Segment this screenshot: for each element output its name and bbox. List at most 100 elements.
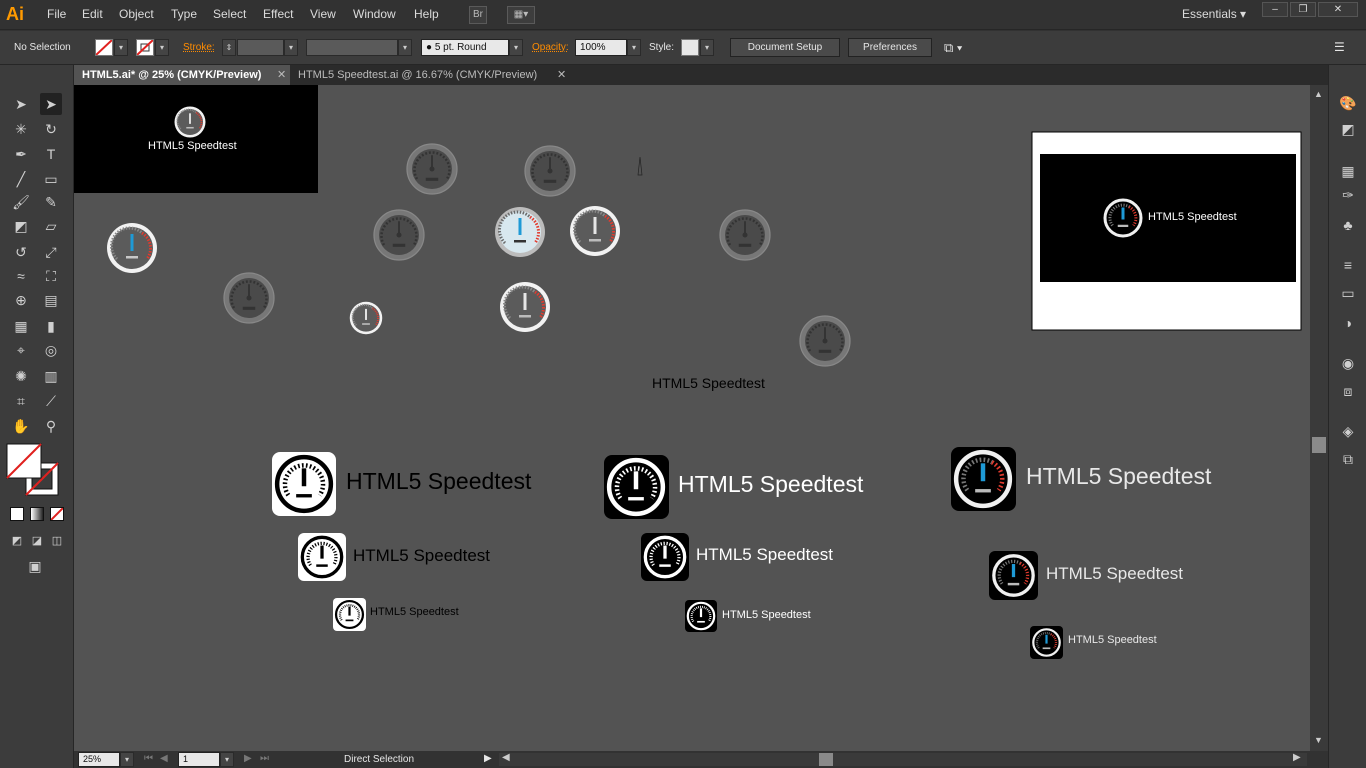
graphic-styles-icon[interactable]: ⧈ (1338, 381, 1358, 401)
menu-effect[interactable]: Effect (263, 7, 293, 21)
status-menu-icon[interactable]: ▶ (484, 753, 492, 764)
scroll-down-icon[interactable]: ▼ (1314, 735, 1323, 745)
warp-tool-icon[interactable]: ≈ (10, 265, 32, 287)
free-transform-tool-icon[interactable]: ⛶ (40, 265, 62, 287)
rotate-tool-icon[interactable]: ↺ (10, 241, 32, 263)
color-guide-icon[interactable]: ◩ (1338, 119, 1358, 139)
pen-tool-icon[interactable]: ✒ (10, 143, 32, 165)
transparency-panel-icon[interactable]: ◑ (1338, 313, 1358, 333)
document-setup-button[interactable]: Document Setup (730, 38, 840, 57)
mesh-tool-icon[interactable]: ▦ (10, 315, 32, 337)
stroke-swatch[interactable] (136, 39, 154, 56)
opacity-label[interactable]: Opacity: (532, 42, 569, 53)
canvas[interactable]: HTML5 Speedtest HTML5 Speedtest HTML5 Sp… (74, 85, 1310, 751)
symbols-panel-icon[interactable]: ♣ (1338, 215, 1358, 235)
gradient-mode-button[interactable] (30, 507, 44, 521)
menu-type[interactable]: Type (171, 7, 197, 21)
align-options-icon[interactable]: ⧉ ▾ (944, 40, 962, 56)
direct-selection-tool-icon[interactable]: ➤ (40, 93, 62, 115)
color-panel-icon[interactable]: 🎨 (1338, 93, 1358, 113)
scroll-left-icon[interactable]: ◀ (502, 752, 510, 763)
type-tool-icon[interactable]: T (40, 143, 62, 165)
perspective-grid-tool-icon[interactable]: ▤ (40, 289, 62, 311)
color-mode-button[interactable] (10, 507, 24, 521)
close-button[interactable]: ✕ (1318, 2, 1358, 17)
artboard-dropdown[interactable]: ▾ (220, 752, 234, 767)
menu-help[interactable]: Help (414, 7, 439, 21)
stroke-weight-dropdown[interactable]: ▾ (284, 39, 298, 56)
gradient-tool-icon[interactable]: ▮ (40, 315, 62, 337)
last-artboard-icon[interactable]: ⏭ (260, 753, 269, 764)
appearance-panel-icon[interactable]: ◉ (1338, 353, 1358, 373)
slice-tool-icon[interactable]: ⟋ (40, 390, 62, 412)
zoom-dropdown[interactable]: ▾ (120, 752, 134, 767)
profile-dropdown[interactable]: ▾ (398, 39, 412, 56)
layers-panel-icon[interactable]: ◈ (1338, 421, 1358, 441)
shape-builder-tool-icon[interactable]: ⊕ (10, 289, 32, 311)
previous-artboard-icon[interactable]: ◀ (160, 753, 168, 764)
variable-width-profile[interactable] (306, 39, 398, 56)
arrange-documents-icon[interactable]: ▦▾ (507, 6, 535, 24)
close-tab-icon[interactable]: ✕ (277, 65, 286, 85)
stroke-panel-icon[interactable]: ≡ (1338, 255, 1358, 275)
brush-definition[interactable]: ● 5 pt. Round (421, 39, 509, 56)
horizontal-scroll-thumb[interactable] (819, 753, 833, 766)
scroll-up-icon[interactable]: ▲ (1314, 89, 1323, 99)
stroke-label[interactable]: Stroke: (183, 42, 215, 53)
draw-behind-icon[interactable]: ◪ (26, 530, 48, 552)
tab-html5-ai[interactable]: HTML5.ai* @ 25% (CMYK/Preview) (74, 65, 290, 85)
stroke-weight-stepper[interactable]: ⇕ (222, 39, 236, 56)
selection-tool-icon[interactable]: ➤ (10, 93, 32, 115)
menu-view[interactable]: View (310, 7, 336, 21)
brush-dropdown[interactable]: ▾ (509, 39, 523, 56)
zoom-field[interactable]: 25% (78, 752, 120, 767)
artboards-panel-icon[interactable]: ⧉ (1338, 449, 1358, 469)
opacity-field[interactable]: 100% (575, 39, 627, 56)
menu-object[interactable]: Object (119, 7, 154, 21)
rectangle-tool-icon[interactable]: ▭ (40, 168, 62, 190)
next-artboard-icon[interactable]: ▶ (244, 753, 252, 764)
magic-wand-tool-icon[interactable]: ✳ (10, 118, 32, 140)
menu-window[interactable]: Window (353, 7, 396, 21)
line-tool-icon[interactable]: ╱ (10, 168, 32, 190)
gradient-panel-icon[interactable]: ▭ (1338, 283, 1358, 303)
zoom-tool-icon[interactable]: ⚲ (40, 415, 62, 437)
column-graph-tool-icon[interactable]: ▥ (40, 365, 62, 387)
close-tab-icon[interactable]: ✕ (557, 65, 566, 85)
swatches-panel-icon[interactable]: ▦ (1338, 161, 1358, 181)
none-mode-button[interactable] (50, 507, 64, 521)
menu-select[interactable]: Select (213, 7, 246, 21)
menu-edit[interactable]: Edit (82, 7, 103, 21)
stroke-dropdown[interactable]: ▾ (155, 39, 169, 56)
artboard-number-field[interactable]: 1 (178, 752, 220, 767)
blend-tool-icon[interactable]: ◎ (40, 339, 62, 361)
minimize-button[interactable]: – (1262, 2, 1288, 17)
brushes-panel-icon[interactable]: ✑ (1338, 185, 1358, 205)
paintbrush-tool-icon[interactable]: 🖌 (10, 191, 32, 213)
draw-normal-icon[interactable]: ◩ (6, 530, 28, 552)
fill-dropdown[interactable]: ▾ (114, 39, 128, 56)
horizontal-scrollbar[interactable]: ◀ ▶ (499, 752, 1307, 766)
scroll-thumb[interactable] (1312, 437, 1326, 453)
style-swatch[interactable] (681, 39, 699, 56)
screen-mode-icon[interactable]: ▣ (24, 555, 46, 577)
tab-html5-speedtest-ai[interactable]: HTML5 Speedtest.ai @ 16.67% (CMYK/Previe… (290, 65, 560, 85)
eraser-tool-icon[interactable]: ▱ (40, 215, 62, 237)
lasso-tool-icon[interactable]: ↻ (40, 118, 62, 140)
scale-tool-icon[interactable]: ⤢ (40, 241, 62, 263)
hand-tool-icon[interactable]: ✋ (10, 415, 32, 437)
blob-brush-tool-icon[interactable]: ◩ (10, 215, 32, 237)
pencil-tool-icon[interactable]: ✎ (40, 191, 62, 213)
preferences-button[interactable]: Preferences (848, 38, 932, 57)
style-dropdown[interactable]: ▾ (700, 39, 714, 56)
eyedropper-tool-icon[interactable]: ⌖ (10, 339, 32, 361)
scroll-right-icon[interactable]: ▶ (1293, 752, 1301, 763)
stroke-weight-field[interactable] (237, 39, 284, 56)
panel-menu-icon[interactable]: ☰ (1334, 40, 1345, 54)
restore-button[interactable]: ❐ (1290, 2, 1316, 17)
opacity-dropdown[interactable]: ▾ (627, 39, 641, 56)
fill-swatch[interactable] (95, 39, 113, 56)
artboard-tool-icon[interactable]: ⌗ (10, 390, 32, 412)
bridge-button[interactable]: Br (469, 6, 487, 24)
draw-inside-icon[interactable]: ◫ (46, 530, 68, 552)
